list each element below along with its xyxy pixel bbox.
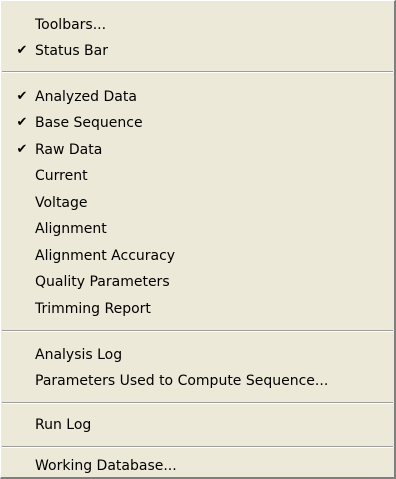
view-context-menu: Toolbars... ✔ Status Bar ✔ Analyzed Data… [0,0,396,479]
menu-item-label: Working Database... [35,458,177,474]
menu-item-working-database[interactable]: Working Database... [1,453,394,479]
menu-item-label: Alignment [35,221,107,237]
menu-item-base-sequence[interactable]: ✔ Base Sequence [1,110,394,136]
menu-item-label: Voltage [35,195,88,211]
menu-item-analysis-log[interactable]: Analysis Log [1,342,394,368]
menu-item-parameters-used[interactable]: Parameters Used to Compute Sequence... [1,368,394,394]
menu-item-label: Run Log [35,417,92,433]
menu-item-voltage[interactable]: Voltage [1,190,394,216]
menu-separator [2,71,393,73]
menu-separator [2,446,393,448]
checkmark-icon: ✔ [16,43,28,58]
menu-item-raw-data[interactable]: ✔ Raw Data [1,137,394,163]
menu-item-status-bar[interactable]: ✔ Status Bar [1,38,394,64]
menu-separator [2,330,393,332]
menu-item-label: Current [35,168,88,184]
menu-item-label: Status Bar [35,43,109,59]
checkmark-icon: ✔ [16,89,28,104]
menu-item-label: Analyzed Data [35,89,137,105]
menu-item-label: Toolbars... [35,17,107,33]
menu-item-label: Analysis Log [35,347,123,363]
menu-item-label: Parameters Used to Compute Sequence... [35,373,329,389]
menu-item-trimming-report[interactable]: Trimming Report [1,296,394,322]
menu-item-label: Base Sequence [35,115,143,131]
menu-item-label: Trimming Report [35,301,151,317]
checkmark-icon: ✔ [16,142,28,157]
menu-item-alignment[interactable]: Alignment [1,216,394,242]
menu-item-quality-parameters[interactable]: Quality Parameters [1,269,394,295]
menu-item-current[interactable]: Current [1,163,394,189]
menu-item-analyzed-data[interactable]: ✔ Analyzed Data [1,84,394,110]
menu-item-toolbars[interactable]: Toolbars... [1,12,394,38]
checkmark-icon: ✔ [16,115,28,130]
menu-item-label: Raw Data [35,142,103,158]
menu-item-alignment-accuracy[interactable]: Alignment Accuracy [1,243,394,269]
menu-item-label: Alignment Accuracy [35,248,176,264]
menu-item-label: Quality Parameters [35,274,170,290]
menu-item-run-log[interactable]: Run Log [1,412,394,438]
menu-separator [2,402,393,404]
